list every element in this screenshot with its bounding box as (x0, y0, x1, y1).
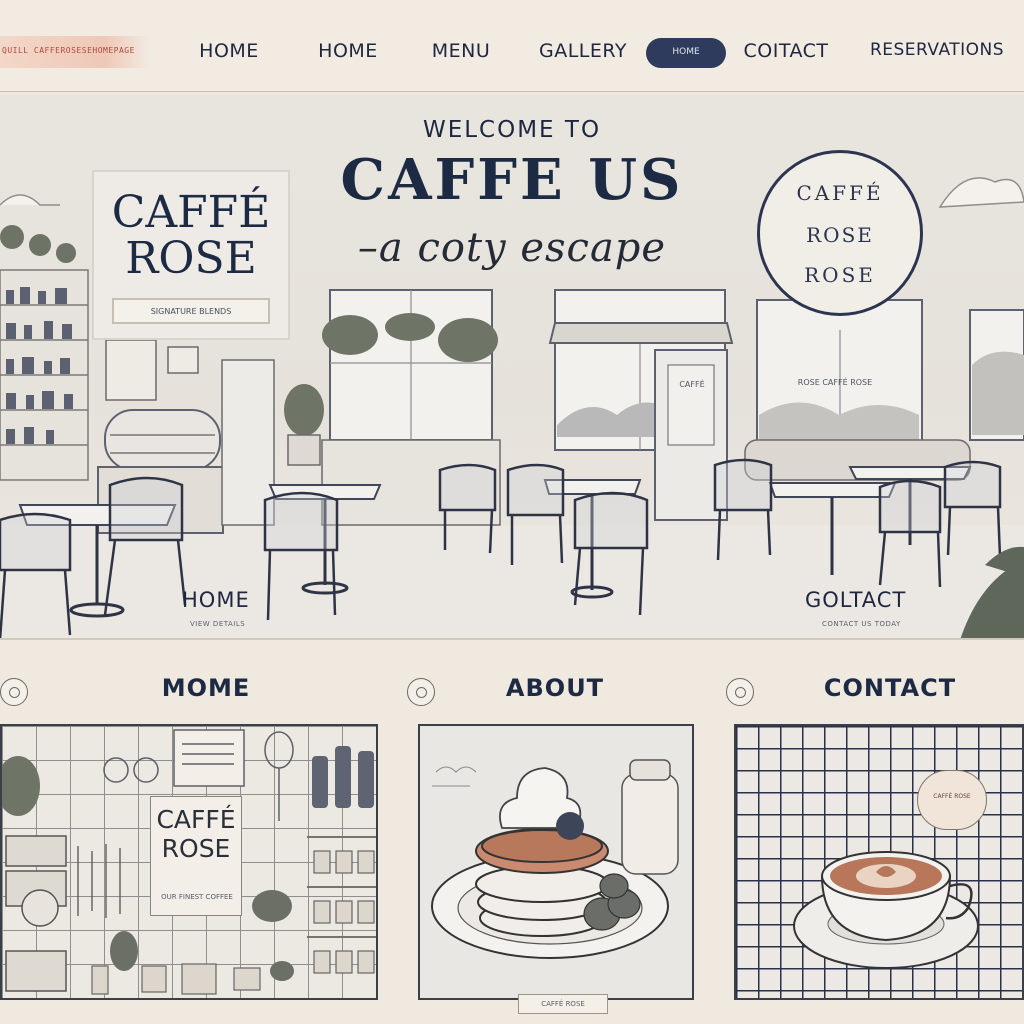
home-card-sign-title: CAFFÉ ROSE (156, 805, 236, 863)
about-card[interactable] (418, 724, 694, 1000)
nav-home-2[interactable]: HOME (308, 40, 388, 66)
nav-home[interactable]: HOME (190, 40, 268, 66)
home-section-icon (0, 678, 28, 706)
nav-reservations[interactable]: RESERVATIONS (866, 40, 1008, 66)
contact-card[interactable] (734, 724, 1024, 1000)
hero-welcome: WELCOME TO (422, 117, 602, 143)
top-navigation: QUILL CAFFEROSESEHOMEPAGE HOME HOME MENU… (0, 0, 1024, 92)
cafe-round-logo: CAFFÉ ROSE ROSE (757, 150, 923, 316)
shelf-1 (307, 836, 376, 838)
badge-line-1: CAFFÉ (796, 181, 884, 205)
shelf-2 (307, 886, 376, 888)
badge-line-2: ROSE (806, 223, 874, 247)
hero-contact-sublabel: CONTACT US TODAY (822, 620, 901, 628)
hero-contact-link[interactable]: GOLTACT (805, 588, 906, 612)
about-card-caption: CAFFÉ ROSE (518, 994, 608, 1014)
window-sign: ROSE CAFFÉ ROSE (797, 378, 873, 387)
nav-contact[interactable]: COITACT (738, 40, 834, 66)
badge-line-3: ROSE (804, 263, 876, 287)
hero-home-link[interactable]: HOME (182, 588, 250, 612)
pancake-illustration (431, 759, 679, 959)
contact-card-plaque: CAFFÉ ROSE (917, 770, 987, 830)
section-title-home[interactable]: MOME (56, 674, 356, 704)
brand-logo[interactable]: QUILL CAFFEROSESEHOMEPAGE (0, 36, 150, 68)
door-sign: CAFFÉ (679, 380, 705, 389)
home-card-sign: CAFFÉ ROSE OUR FINEST COFFEE (150, 796, 242, 916)
hero-banner: CAFFÉ ROSE SIGNATURE BLENDS WELCOME TO C… (0, 95, 1024, 640)
nav-active-pill[interactable]: HOME (646, 38, 726, 68)
shelf-3 (307, 936, 376, 938)
cafe-wall-sign-plaque: SIGNATURE BLENDS (112, 298, 270, 324)
home-card-sign-caption: OUR FINEST COFFEE (161, 893, 233, 901)
nav-menu[interactable]: MENU (425, 40, 497, 66)
latte-illustration (793, 851, 979, 969)
section-title-about[interactable]: ABOUT (405, 674, 705, 704)
section-title-contact[interactable]: CONTACT (740, 674, 1024, 704)
nav-gallery[interactable]: GALLERY (530, 40, 636, 66)
home-card[interactable]: CAFFÉ ROSE OUR FINEST COFFEE (0, 724, 378, 1000)
hero-home-sublabel: VIEW DETAILS (190, 620, 246, 628)
